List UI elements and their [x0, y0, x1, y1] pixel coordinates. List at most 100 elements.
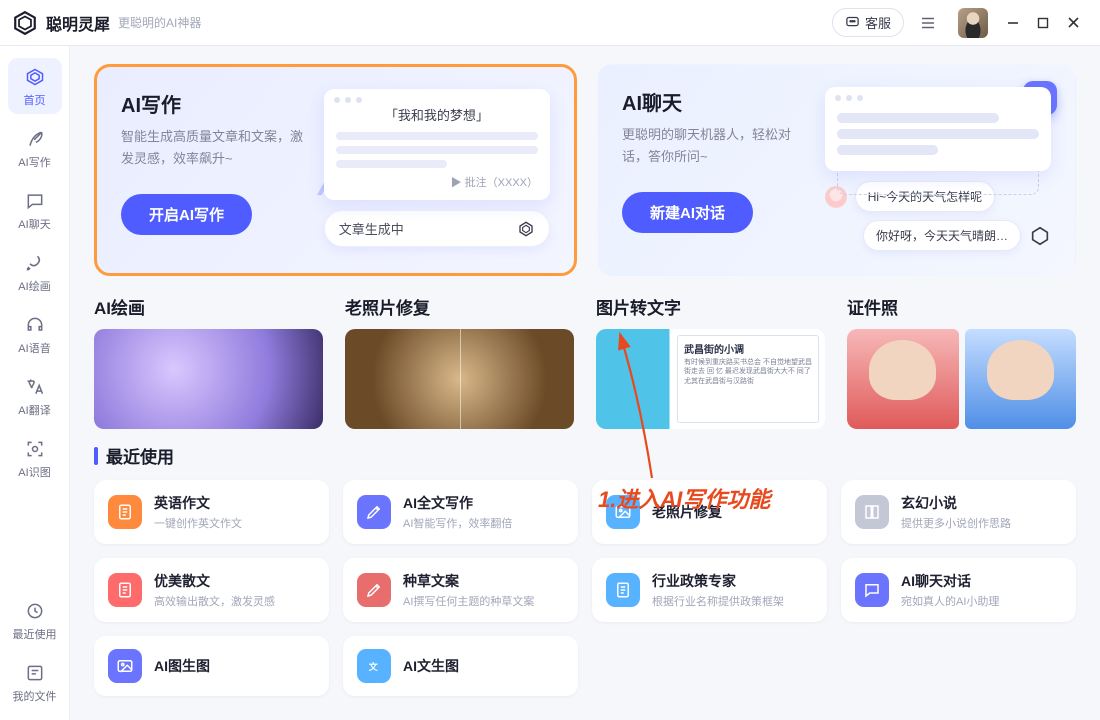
card-title: 老照片修复: [652, 502, 722, 522]
card-desc: 宛如真人的AI小助理: [901, 593, 999, 609]
write-preview-title: 「我和我的梦想」: [336, 105, 538, 124]
card-icon: [855, 495, 889, 529]
write-status-pill: 文章生成中: [324, 210, 550, 247]
new-ai-chat-button[interactable]: 新建AI对话: [622, 192, 753, 233]
tool-card-ocr[interactable]: 图片转文字 武昌街的小调 有时候到重庆路买书总会 不自觉地望武昌街走去 回 忆 …: [596, 294, 825, 429]
hamburger-menu-button[interactable]: [914, 9, 942, 37]
card-title: 行业政策专家: [652, 571, 784, 591]
bot-avatar-icon: [825, 186, 847, 208]
translate-icon: [25, 376, 45, 398]
recent-card[interactable]: 优美散文 高效输出散文，激发灵感: [94, 558, 329, 622]
tool-title: AI绘画: [94, 294, 323, 319]
hero-card-write[interactable]: AI写作 智能生成高质量文章和文案，激发灵感，效率飙升~ 开启AI写作 AI 「…: [94, 64, 577, 276]
app-name: 聪明灵犀: [46, 11, 110, 35]
card-title: AI图生图: [154, 656, 210, 676]
card-desc: AI撰写任何主题的种草文案: [403, 593, 534, 609]
card-icon: [108, 495, 142, 529]
card-icon: [357, 573, 391, 607]
write-preview-card: 「我和我的梦想」 ▶ 批注（XXXX）: [324, 89, 550, 200]
sidebar-item-write[interactable]: AI写作: [8, 120, 62, 176]
customer-service-button[interactable]: 客服: [832, 8, 904, 37]
hero-card-chat[interactable]: AI聊天 更聪明的聊天机器人，轻松对话，答你所问~ 新建AI对话 Hi~今天的天…: [597, 64, 1076, 276]
sidebar-item-vision[interactable]: AI识图: [8, 430, 62, 486]
tool-title: 证件照: [847, 294, 1076, 319]
ocr-paper-title: 武昌街的小调: [684, 341, 812, 356]
sidebar-item-label: AI翻译: [18, 402, 50, 418]
card-desc: 一键创作英文作文: [154, 515, 242, 531]
card-icon: [357, 495, 391, 529]
recent-card[interactable]: 玄幻小说 提供更多小说创作思路: [841, 480, 1076, 544]
hero-write-desc: 智能生成高质量文章和文案，激发灵感，效率飙升~: [121, 126, 310, 172]
recent-card[interactable]: 种草文案 AI撰写任何主题的种草文案: [343, 558, 578, 622]
app-logo: 聪明灵犀: [12, 10, 110, 36]
tool-image: [94, 329, 323, 429]
card-desc: 根据行业名称提供政策框架: [652, 593, 784, 609]
sidebar-item-label: AI语音: [18, 340, 50, 356]
chat-bubble-bot: Hi~今天的天气怎样呢: [855, 181, 995, 212]
sidebar-item-voice[interactable]: AI语音: [8, 306, 62, 362]
tool-title: 图片转文字: [596, 294, 825, 319]
chat-bubble-user: 你好呀，今天天气晴朗…: [863, 220, 1021, 251]
card-title: 种草文案: [403, 571, 534, 591]
sidebar-item-recent[interactable]: 最近使用: [8, 592, 62, 648]
logo-icon: [12, 10, 38, 36]
folder-icon: [25, 662, 45, 684]
home-icon: [25, 66, 45, 88]
tool-card-restore[interactable]: 老照片修复: [345, 294, 574, 429]
feather-icon: [25, 128, 45, 150]
hex-icon: [1029, 225, 1051, 247]
card-title: 玄幻小说: [901, 493, 1011, 513]
window-close-button[interactable]: [1058, 8, 1088, 38]
sidebar-item-label: 我的文件: [13, 688, 57, 704]
window-minimize-button[interactable]: [998, 8, 1028, 38]
recent-card[interactable]: AI聊天对话 宛如真人的AI小助理: [841, 558, 1076, 622]
card-desc: 提供更多小说创作思路: [901, 515, 1011, 531]
app-subtitle: 更聪明的AI神器: [118, 14, 201, 31]
card-title: 优美散文: [154, 571, 275, 591]
sidebar-item-files[interactable]: 我的文件: [8, 654, 62, 710]
card-icon: [108, 573, 142, 607]
card-icon: [855, 573, 889, 607]
tool-image: [847, 329, 1076, 429]
sidebar: 首页 AI写作 AI聊天 AI绘画 AI语音 AI翻译 AI识图 最: [0, 46, 70, 720]
sidebar-item-label: 首页: [24, 92, 46, 108]
headphones-icon: [25, 314, 45, 336]
card-icon: [606, 573, 640, 607]
card-title: AI聊天对话: [901, 571, 999, 591]
svg-text:文: 文: [368, 661, 379, 672]
card-desc: AI智能写作，效率翻倍: [403, 515, 512, 531]
start-ai-write-button[interactable]: 开启AI写作: [121, 194, 252, 235]
user-avatar[interactable]: [958, 8, 988, 38]
ocr-paper-body: 有时候到重庆路买书总会 不自觉地望武昌街走去 回 忆 最迟发现武昌街大大不 同了…: [684, 358, 812, 386]
titlebar: 聪明灵犀 更聪明的AI神器 客服: [0, 0, 1100, 46]
write-status-text: 文章生成中: [339, 219, 404, 238]
tool-card-idphoto[interactable]: 证件照: [847, 294, 1076, 429]
card-icon: 文: [357, 649, 391, 683]
hero-write-title: AI写作: [121, 89, 310, 118]
customer-service-label: 客服: [865, 13, 891, 32]
tool-image: [345, 329, 574, 429]
window-maximize-button[interactable]: [1028, 8, 1058, 38]
sidebar-item-label: 最近使用: [13, 626, 57, 642]
recent-card[interactable]: 文 AI文生图: [343, 636, 578, 696]
card-title: AI全文写作: [403, 493, 512, 513]
sidebar-item-chat[interactable]: AI聊天: [8, 182, 62, 238]
recent-card[interactable]: 行业政策专家 根据行业名称提供政策框架: [592, 558, 827, 622]
chat-icon: [25, 190, 45, 212]
sidebar-item-translate[interactable]: AI翻译: [8, 368, 62, 424]
scan-icon: [25, 438, 45, 460]
sidebar-item-home[interactable]: 首页: [8, 58, 62, 114]
sidebar-item-paint[interactable]: AI绘画: [8, 244, 62, 300]
recent-card[interactable]: 英语作文 一键创作英文作文: [94, 480, 329, 544]
sidebar-item-label: AI写作: [18, 154, 50, 170]
recent-card[interactable]: AI图生图: [94, 636, 329, 696]
recent-grid: 英语作文 一键创作英文作文 AI全文写作 AI智能写作，效率翻倍 老照片修复 玄…: [94, 480, 1076, 696]
card-icon: [606, 495, 640, 529]
recent-card[interactable]: 老照片修复: [592, 480, 827, 544]
tool-card-paint[interactable]: AI绘画: [94, 294, 323, 429]
write-preview-annotation: ▶ 批注（XXXX）: [336, 174, 538, 190]
main-content: AI写作 智能生成高质量文章和文案，激发灵感，效率飙升~ 开启AI写作 AI 「…: [70, 46, 1100, 720]
recent-card[interactable]: AI全文写作 AI智能写作，效率翻倍: [343, 480, 578, 544]
brush-icon: [25, 252, 45, 274]
sidebar-item-label: AI绘画: [18, 278, 50, 294]
